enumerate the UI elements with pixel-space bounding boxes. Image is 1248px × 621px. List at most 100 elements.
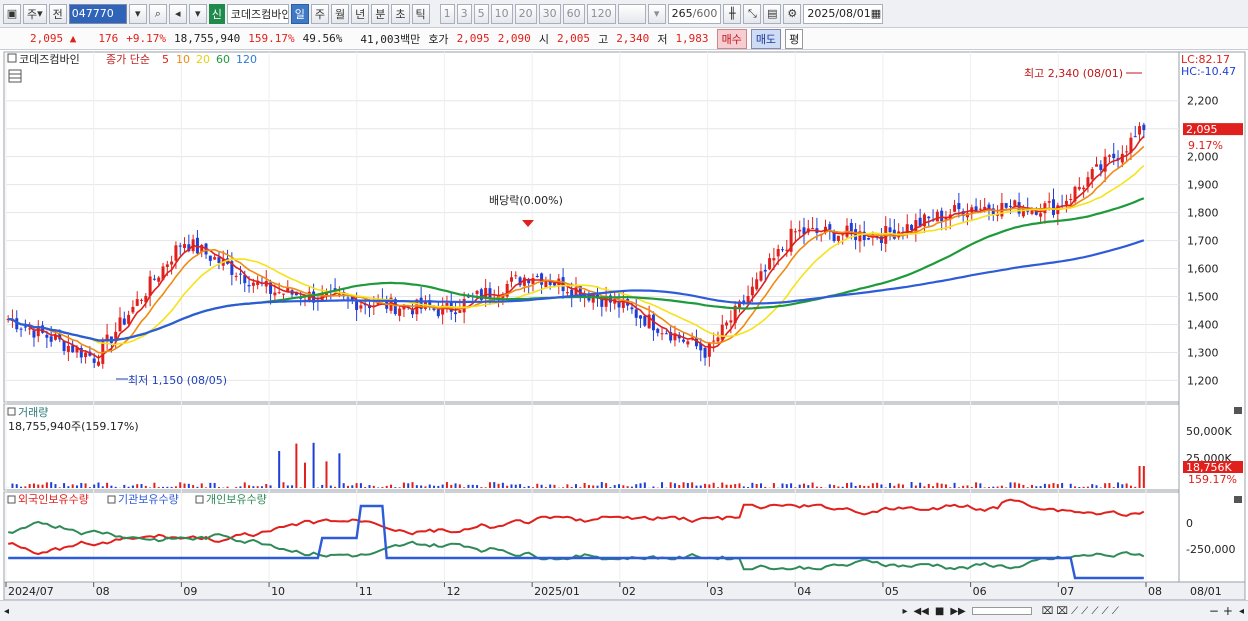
volume-bar: [1056, 484, 1059, 488]
volume-panel[interactable]: [3, 403, 1180, 491]
volume-bar: [850, 482, 853, 488]
candle-body: [634, 309, 638, 318]
interval-60[interactable]: 60: [562, 3, 585, 24]
price-tick-label: 1,900: [1187, 179, 1219, 192]
search-icon[interactable]: ⌕: [148, 3, 167, 24]
period-minute[interactable]: 분: [371, 3, 390, 24]
volume-bar: [686, 483, 689, 488]
volume-bar: [871, 483, 874, 488]
speaker-icon[interactable]: ◂: [168, 3, 187, 24]
scroll-left-icon[interactable]: ◂: [4, 606, 9, 617]
buy-button[interactable]: 매수: [716, 28, 747, 49]
chart-layout-icon[interactable]: ▣: [3, 3, 21, 24]
volume-close-icon[interactable]: [1234, 407, 1242, 414]
market-select[interactable]: 주 ▾: [23, 3, 47, 24]
code-dropdown-icon[interactable]: ▾: [128, 3, 147, 24]
volume-bar: [846, 483, 849, 488]
volume-bar: [114, 486, 117, 488]
low-annotation: 최저 1,150 (08/05): [128, 374, 227, 387]
zoom-in-icon[interactable]: +: [1223, 604, 1233, 618]
candle-type-icon[interactable]: ╫: [723, 3, 742, 24]
volume-bar: [467, 484, 470, 488]
volume-bar: [716, 487, 719, 488]
volume-bar: [600, 482, 603, 488]
bar-count-input[interactable]: 265/600: [667, 3, 722, 24]
candle-body: [19, 328, 23, 330]
chart-scrollbar[interactable]: ◂ ▸ ◀◀ ■ ▶▶ ⌧ ⌧ ⟋ ⟋ ⟋ ⟋ ⟋ − + ◂: [0, 600, 1248, 621]
volume-bar: [11, 483, 14, 488]
scroll-first-icon[interactable]: ◀◀: [913, 606, 928, 617]
volume-bar: [643, 482, 646, 488]
stock-chart[interactable]: 2,2002,1002,0001,9001,8001,7001,6001,500…: [0, 50, 1248, 600]
zoom-slider[interactable]: [971, 607, 1032, 615]
drawing-tools-icon[interactable]: ⌧ ⌧ ⟋ ⟋ ⟋ ⟋ ⟋: [1042, 606, 1119, 617]
scroll-stop-icon[interactable]: ■: [935, 606, 944, 617]
period-year[interactable]: 년: [351, 3, 370, 24]
volume-bar: [84, 483, 87, 488]
interval-custom-input[interactable]: [617, 3, 646, 24]
candle-body: [277, 292, 281, 294]
speaker-dropdown-icon[interactable]: ▾: [188, 3, 207, 24]
date-input[interactable]: 2025/08/01 ▦: [803, 3, 884, 24]
interval-1[interactable]: 1: [439, 3, 455, 24]
draw-tool-icon[interactable]: ⤡: [743, 3, 762, 24]
interval-120[interactable]: 120: [586, 3, 616, 24]
volume-bar: [699, 485, 702, 488]
volume-bar: [889, 482, 892, 488]
stock-code-input[interactable]: 047770: [68, 3, 127, 24]
volume-last-pct: 159.17%: [1188, 473, 1237, 486]
candle-body: [957, 203, 961, 210]
candle-body: [776, 248, 780, 257]
gear-icon[interactable]: ⚙: [783, 3, 802, 24]
period-week[interactable]: 주: [310, 3, 330, 24]
price-panel[interactable]: [3, 51, 1180, 403]
save-icon[interactable]: ▤: [763, 3, 782, 24]
candle-body: [1064, 200, 1068, 205]
prev-button[interactable]: 전: [48, 3, 67, 24]
volume-bar: [170, 486, 173, 488]
zoom-out-icon[interactable]: −: [1209, 604, 1219, 618]
interval-10[interactable]: 10: [490, 3, 513, 24]
interval-30[interactable]: 30: [538, 3, 561, 24]
calendar-icon[interactable]: ▦: [871, 7, 881, 20]
sell-button[interactable]: 매도: [750, 28, 782, 49]
volume-bar: [1121, 484, 1124, 488]
date-tick-label: 08: [96, 585, 110, 598]
legend-stock-name: 코데즈컴바인: [19, 53, 80, 66]
volume-bar: [1074, 486, 1077, 488]
period-second[interactable]: 초: [391, 3, 410, 24]
volume-bar: [45, 482, 48, 488]
candle-body: [927, 216, 931, 219]
interval-20[interactable]: 20: [514, 3, 537, 24]
volume-bar: [497, 483, 500, 488]
volume-bar: [493, 482, 496, 488]
period-month[interactable]: 월: [331, 3, 350, 24]
table-toggle-icon[interactable]: [8, 69, 22, 83]
price-tick-label: 1,500: [1187, 291, 1219, 304]
scroll-right-icon[interactable]: ▸: [902, 606, 907, 617]
interval-dropdown-icon[interactable]: ▾: [647, 3, 666, 24]
flat-button[interactable]: 평: [785, 28, 804, 49]
volume-bar: [411, 482, 414, 488]
candle-body: [1052, 199, 1056, 215]
price-tick-label: 1,800: [1187, 207, 1219, 220]
volume-bar: [303, 462, 306, 488]
period-day[interactable]: 일: [290, 3, 309, 24]
scroll-last-icon[interactable]: ▶▶: [950, 606, 965, 617]
volume-bar: [162, 486, 165, 488]
volume-bar: [807, 485, 810, 488]
volume-bar: [549, 484, 552, 488]
interval-5[interactable]: 5: [473, 3, 489, 24]
collapse-icon[interactable]: ◂: [1239, 606, 1244, 617]
interval-3[interactable]: 3: [456, 3, 472, 24]
period-tick[interactable]: 틱: [411, 3, 430, 24]
candle-body: [1099, 164, 1103, 170]
volume-bar: [1031, 484, 1033, 488]
holding-tick-neg250k: -250,000: [1186, 543, 1235, 556]
candle-body: [165, 264, 169, 267]
volume-bar: [402, 482, 405, 488]
candle-body: [849, 222, 853, 232]
holding-close-icon[interactable]: [1234, 496, 1242, 503]
volume-bar: [751, 482, 754, 488]
volume-bar: [28, 484, 31, 488]
